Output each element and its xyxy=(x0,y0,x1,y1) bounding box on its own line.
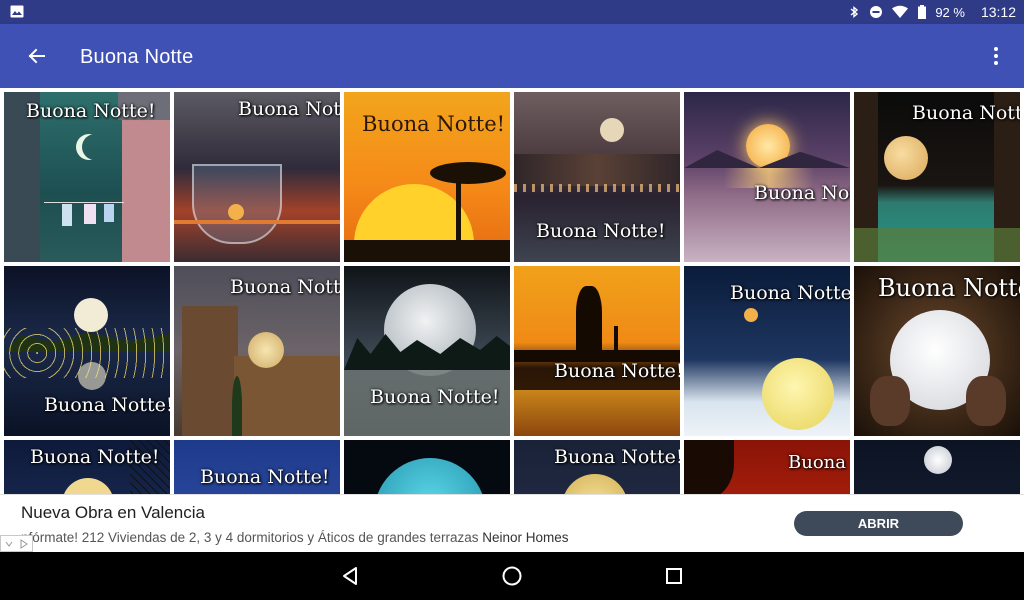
tile-caption: Buona Notte! xyxy=(200,466,330,488)
gallery-tile[interactable]: Buona Notte! xyxy=(4,92,170,262)
tile-caption: Buona Notte! xyxy=(238,98,340,120)
ad-text: nfórmate! 212 Viviendas de 2, 3 y 4 dorm… xyxy=(21,530,569,545)
gallery-tile[interactable]: Buona Notte! xyxy=(174,92,340,262)
wifi-icon xyxy=(892,5,909,18)
battery-icon xyxy=(918,5,927,19)
status-bar: 92 % 13:12 xyxy=(0,0,1024,24)
ad-open-button[interactable]: ABRIR xyxy=(794,511,963,536)
gallery-tile[interactable]: Buona Notte! xyxy=(4,266,170,436)
bluetooth-icon xyxy=(850,6,859,18)
do-not-disturb-icon xyxy=(870,6,883,18)
recents-square-icon[interactable] xyxy=(662,564,686,588)
gallery-tile[interactable]: Buona Notte! xyxy=(344,266,510,436)
battery-percent: 92 % xyxy=(935,4,965,20)
gallery-tile[interactable]: Buona Notte! xyxy=(514,92,680,262)
tile-caption: Buona Notte! xyxy=(30,446,160,468)
ad-banner[interactable]: Nueva Obra en Valencia nfórmate! 212 Viv… xyxy=(0,494,1024,552)
adchoices-icon[interactable] xyxy=(0,535,33,552)
page-title: Buona Notte xyxy=(80,46,194,68)
tile-caption: Buona Notte! xyxy=(912,102,1020,124)
arrow-back-icon[interactable] xyxy=(22,42,50,70)
gallery-tile[interactable]: Buona Notte! xyxy=(174,266,340,436)
tile-caption: Buona Notte! xyxy=(26,100,156,122)
status-time: 13:12 xyxy=(980,4,1016,20)
gallery-tile[interactable] xyxy=(344,440,510,494)
more-vert-icon[interactable] xyxy=(984,44,1008,68)
navigation-bar xyxy=(0,552,1024,600)
tile-caption: Buona Notte! xyxy=(362,112,506,136)
tile-caption: Buona Notte! xyxy=(788,452,850,473)
gallery-tile[interactable]: Buona Notte! xyxy=(854,266,1020,436)
home-circle-icon[interactable] xyxy=(500,564,524,588)
ad-description: nfórmate! 212 Viviendas de 2, 3 y 4 dorm… xyxy=(21,530,479,545)
app-bar: Buona Notte xyxy=(0,24,1024,88)
gallery-tile[interactable]: Buona Notte! xyxy=(4,440,170,494)
tile-caption: Buona Notte! xyxy=(878,274,1020,302)
tile-caption: Buona Notte! xyxy=(554,360,680,382)
gallery-tile[interactable]: Buona Notte! xyxy=(684,266,850,436)
gallery-tile[interactable]: Buona Notte! xyxy=(684,92,850,262)
tile-caption: Buona Notte! xyxy=(370,386,500,408)
image-gallery: Buona Notte! Buona Notte! Buona Notte! B… xyxy=(0,88,1024,494)
gallery-tile[interactable]: Buona Notte! xyxy=(514,440,680,494)
gallery-tile[interactable]: Buona Notte! xyxy=(344,92,510,262)
gallery-tile[interactable]: Buona Notte! xyxy=(854,92,1020,262)
ad-title: Nueva Obra en Valencia xyxy=(21,503,205,522)
gallery-tile[interactable]: Buona Notte! xyxy=(174,440,340,494)
tile-caption: Buona Notte! xyxy=(554,446,680,468)
image-notification-icon xyxy=(10,5,24,18)
tile-caption: Buona Notte! xyxy=(754,182,850,204)
gallery-tile[interactable] xyxy=(854,440,1020,494)
gallery-tile[interactable]: Buona Notte! xyxy=(684,440,850,494)
back-triangle-icon[interactable] xyxy=(338,564,362,588)
gallery-tile[interactable]: Buona Notte! xyxy=(514,266,680,436)
tile-caption: Buona Notte! xyxy=(230,276,340,298)
ad-advertiser: Neinor Homes xyxy=(482,530,569,545)
tile-caption: Buona Notte! xyxy=(44,394,170,416)
tile-caption: Buona Notte! xyxy=(730,282,850,304)
tile-caption: Buona Notte! xyxy=(536,220,666,242)
